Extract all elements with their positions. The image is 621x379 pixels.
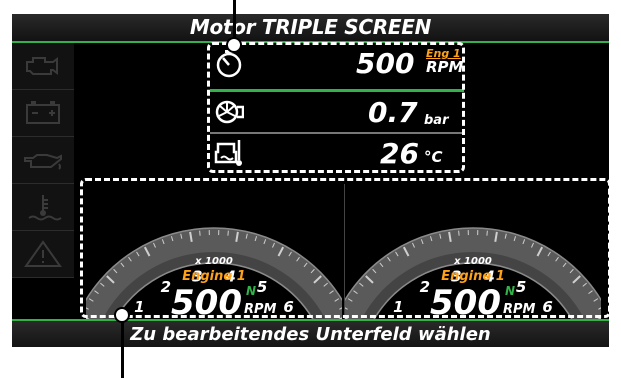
bottom-leader-line <box>121 320 124 378</box>
oil-pressure-icon <box>24 154 62 170</box>
warning-triangle-icon <box>24 240 62 267</box>
top-callout-frame <box>207 42 465 173</box>
top-leader-marker <box>226 37 242 53</box>
bottom-leader-marker <box>114 307 130 323</box>
side-button-warning[interactable] <box>12 231 74 278</box>
side-button-battery[interactable] <box>12 90 74 137</box>
battery-icon <box>26 101 60 124</box>
screen-title: Motor TRIPLE SCREEN <box>189 15 432 39</box>
coolant-temperature-icon <box>28 195 62 221</box>
side-button-coolant[interactable] <box>12 184 74 231</box>
side-button-engine[interactable] <box>12 43 74 90</box>
engine-warning-icon <box>26 57 58 75</box>
header-bar: Motor TRIPLE SCREEN <box>12 14 609 43</box>
side-button-oil[interactable] <box>12 137 74 184</box>
footer-bar: Zu bearbeitendes Unterfeld wählen <box>12 319 609 347</box>
top-leader-line <box>233 0 236 40</box>
footer-hint: Zu bearbeitendes Unterfeld wählen <box>130 324 491 345</box>
gauge-callout-frame <box>80 178 611 318</box>
